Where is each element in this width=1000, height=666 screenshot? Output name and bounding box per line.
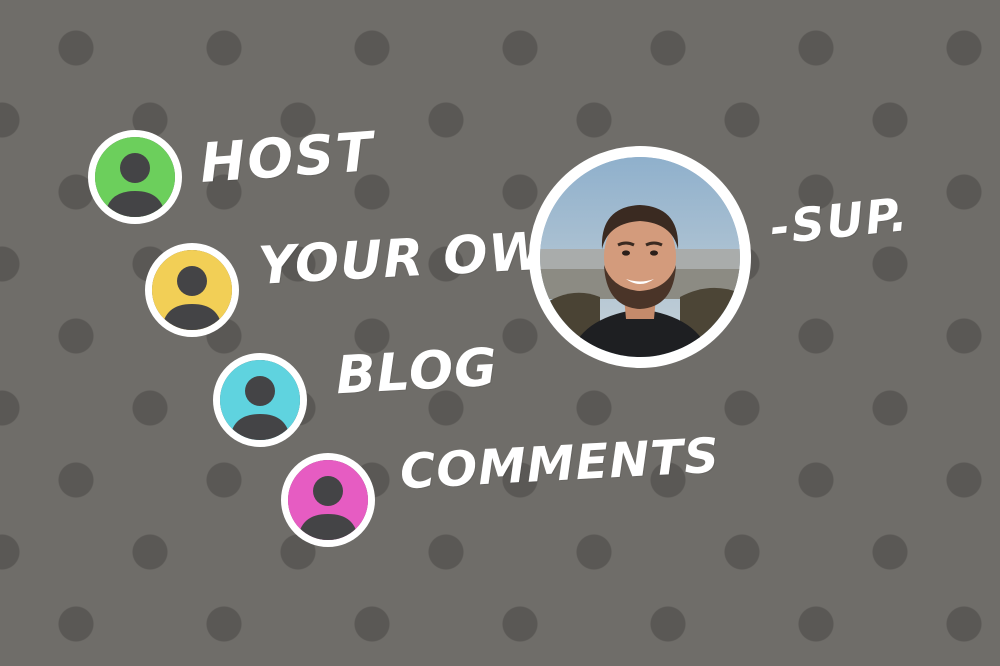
word-comments: COMMENTS	[398, 427, 722, 501]
pink-user-avatar-icon	[281, 453, 375, 547]
cyan-user-avatar-icon	[213, 353, 307, 447]
green-user-avatar-icon	[88, 130, 182, 224]
yellow-user-avatar-icon	[145, 243, 239, 337]
author-photo	[529, 146, 751, 368]
polka-dot-background	[0, 0, 1000, 666]
word-host: HOST	[198, 119, 377, 196]
word-sup: -SUP.	[767, 186, 912, 256]
word-blog: BLOG	[334, 337, 500, 407]
